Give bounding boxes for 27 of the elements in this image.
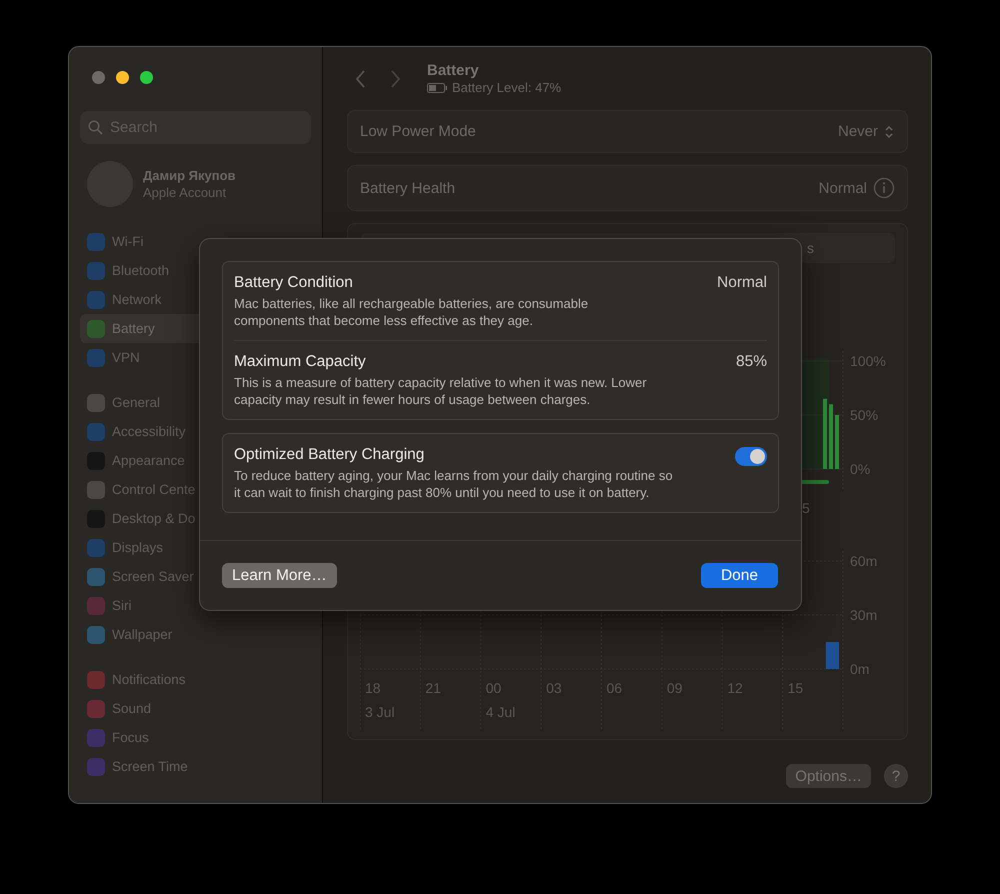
learn-more-button[interactable]: Learn More… <box>222 563 337 588</box>
search-icon <box>88 120 103 135</box>
row-description: This is a measure of battery capacity relative to when it was new. Lower capacity may result in fewer hours of usage between charges. <box>234 374 648 408</box>
row-title: Optimized Battery Charging <box>234 446 426 464</box>
back-icon[interactable] <box>355 70 366 88</box>
window-control-icon[interactable] <box>116 71 129 84</box>
setting-label: Low Power Mode <box>360 123 477 140</box>
options-button[interactable]: Options… <box>786 764 871 788</box>
done-button[interactable]: Done <box>701 563 778 588</box>
toggle-switch[interactable] <box>735 447 767 466</box>
setting-label: Battery Health <box>360 180 456 196</box>
page-title: Battery <box>427 62 480 79</box>
window-control-icon[interactable] <box>140 71 153 84</box>
account-name: Дамир Якупов <box>143 168 236 183</box>
forward-icon[interactable] <box>390 70 401 88</box>
setting-value: Normal <box>818 180 867 196</box>
help-button[interactable]: ? <box>884 764 908 788</box>
row-title: Battery Condition <box>234 274 354 292</box>
row-description: To reduce battery aging, your Mac learns from your daily charging routine so it can wait to finish charging past 80% until you need to use it on battery. <box>234 467 674 501</box>
battery-icon <box>427 82 447 92</box>
updown-icon <box>883 124 895 140</box>
row-title: Maximum Capacity <box>234 353 367 371</box>
row-value: 85% <box>736 353 767 372</box>
battery-level-text: Battery Level: 47% <box>452 80 562 95</box>
popup-button[interactable]: Never <box>838 123 895 140</box>
row-value: Normal <box>717 274 767 293</box>
info-icon[interactable] <box>873 177 895 199</box>
